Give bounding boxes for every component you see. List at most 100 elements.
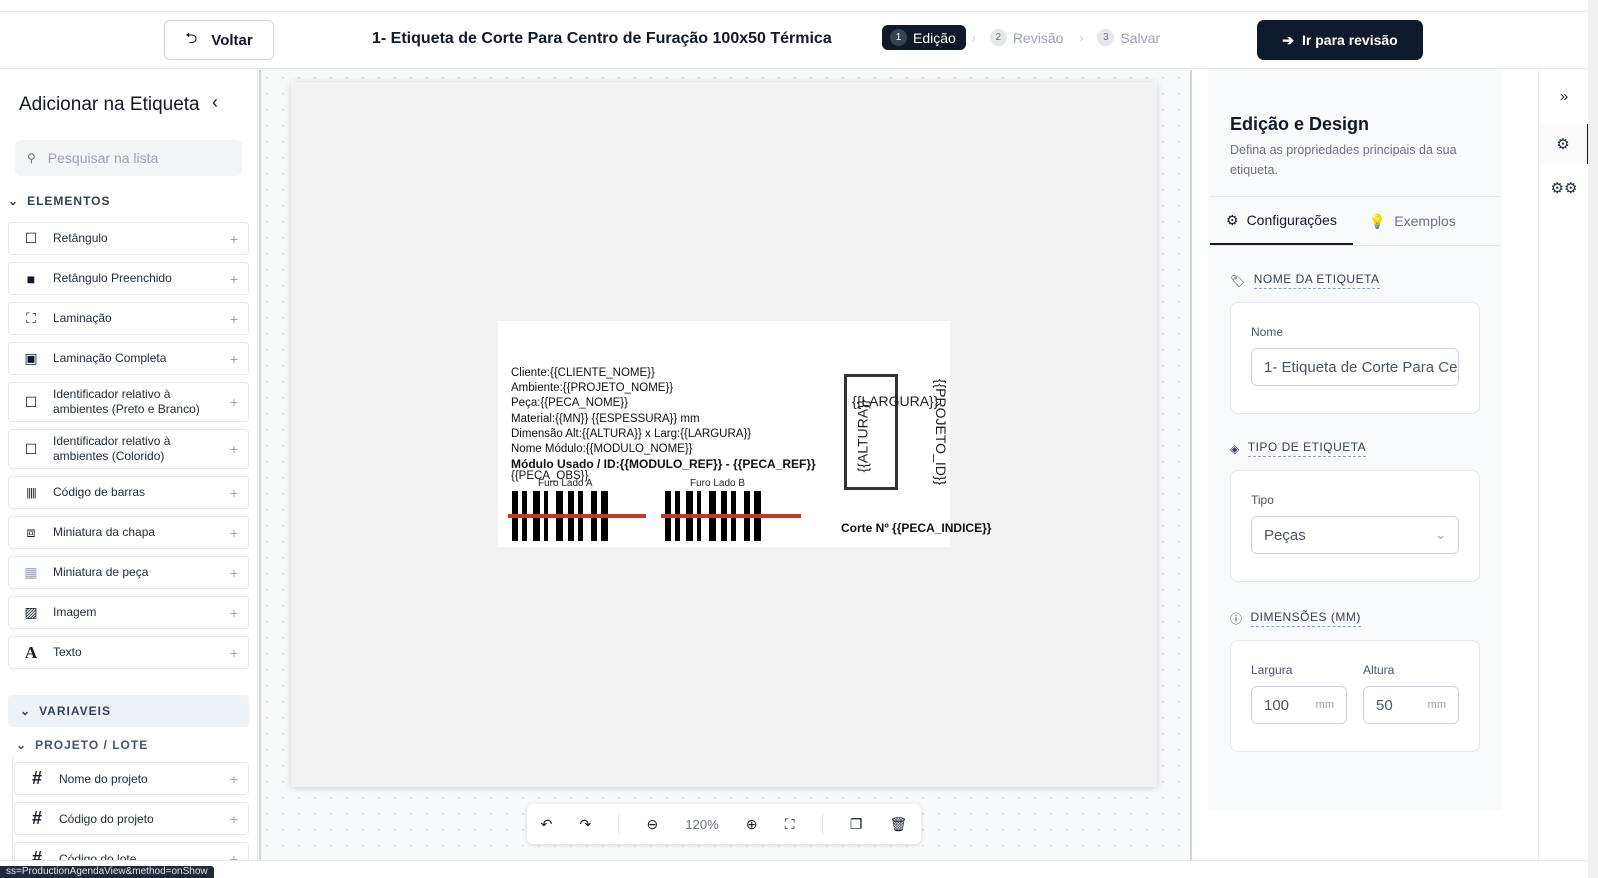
plus-icon[interactable]: +	[220, 851, 248, 861]
label-text-material[interactable]: Material:{{MN}} {{ESPESSURA}} mm	[511, 413, 700, 426]
plus-icon[interactable]: +	[220, 565, 248, 581]
sidebar-title: Adicionar na Etiqueta	[19, 94, 200, 115]
status-url: ss=ProductionAgendaView&method=onShow	[0, 866, 214, 878]
variable-codigo-lote[interactable]: # Código do lote +	[14, 842, 249, 860]
gear-icon[interactable]: ⚙	[1539, 124, 1589, 164]
elements-heading: ELEMENTOS	[27, 194, 111, 208]
double-chevron-right-icon[interactable]: »	[1539, 76, 1589, 116]
redo-icon[interactable]: ↷	[579, 816, 591, 833]
element-laminacao-completa[interactable]: ▣ Laminação Completa +	[8, 342, 249, 375]
plus-icon[interactable]: +	[220, 645, 248, 661]
tab-configuracoes[interactable]: ⚙ Configurações	[1210, 197, 1353, 245]
name-input[interactable]: 1- Etiqueta de Corte Para Centro de Fura…	[1251, 348, 1459, 386]
plus-icon[interactable]: +	[220, 351, 248, 367]
undo-icon[interactable]: ↶	[541, 816, 553, 833]
hash-icon: #	[31, 768, 42, 788]
elements-section-toggle[interactable]: ⌄ ELEMENTOS	[8, 194, 111, 208]
plus-icon[interactable]: +	[220, 271, 248, 287]
plus-icon[interactable]: +	[220, 394, 248, 410]
element-identificador-colorido[interactable]: ☐ Identificador relativo à ambientes (Co…	[8, 429, 249, 469]
label-text-altura[interactable]: {{ALTURA}}	[854, 400, 870, 473]
layers-icon: ◈	[1230, 441, 1240, 456]
step-salvar[interactable]: 3 Salvar	[1089, 25, 1170, 50]
label-text-dimensao[interactable]: Dimensão Alt:{{ALTURA}} x Larg:{{LARGURA…	[511, 428, 751, 441]
zoom-in-icon[interactable]: ⊕	[746, 816, 758, 833]
label-preview[interactable]: Cliente:{{CLIENTE_NOME}} Ambiente:{{PROJ…	[498, 321, 991, 547]
list-item-label: Laminação Completa	[53, 351, 167, 365]
element-laminacao[interactable]: ⛶ Laminação +	[8, 302, 249, 335]
resize-handle[interactable]	[259, 70, 261, 860]
label-text-modulo-nome[interactable]: Nome Módulo:{{MODULO_NOME}}	[511, 443, 693, 456]
label-text-corte[interactable]: Corte Nº {{PECA_INDICE}}	[841, 521, 991, 535]
plus-icon[interactable]: +	[220, 605, 248, 621]
square-outline-icon: ☐	[24, 230, 38, 246]
zoom-out-icon[interactable]: ⊖	[647, 816, 659, 833]
plus-icon[interactable]: +	[220, 311, 248, 327]
trash-icon[interactable]: 🗑	[890, 816, 908, 833]
panel-tabs: ⚙ Configurações 💡 Exemplos	[1210, 196, 1500, 246]
plus-icon[interactable]: +	[220, 525, 248, 541]
name-label: Nome	[1251, 325, 1284, 339]
step-label: Edição	[913, 29, 956, 46]
plus-icon[interactable]: +	[220, 485, 248, 501]
step-label: Salvar	[1120, 29, 1161, 46]
label-text-peca[interactable]: Peça:{{PECA_NOME}}	[511, 397, 628, 410]
label-text-ambiente[interactable]: Ambiente:{{PROJETO_NOME}}	[511, 382, 673, 395]
width-label: Largura	[1251, 663, 1293, 677]
label-rectangle[interactable]	[844, 374, 898, 490]
label-text-cliente[interactable]: Cliente:{{CLIENTE_NOME}}	[511, 367, 655, 380]
duplicate-icon[interactable]: ❐	[850, 816, 863, 833]
tab-exemplos[interactable]: 💡 Exemplos	[1353, 197, 1472, 245]
element-miniatura-chapa[interactable]: ⧈ Miniatura da chapa +	[8, 516, 249, 549]
right-rail: » ⚙ ⚙⚙	[1538, 70, 1589, 860]
height-value: 50	[1376, 696, 1393, 714]
plus-icon[interactable]: +	[220, 231, 248, 247]
name-section-heading: 🏷 NOME DA ETIQUETA	[1230, 272, 1380, 289]
tab-label: Exemplos	[1394, 213, 1456, 229]
square-outline-icon: ☐	[24, 440, 38, 457]
artboard[interactable]: Cliente:{{CLIENTE_NOME}} Ambiente:{{PROJ…	[291, 82, 1157, 787]
project-section-toggle[interactable]: ⌄ PROJETO / LOTE	[16, 738, 148, 752]
step-edicao[interactable]: 1 Edição	[882, 25, 966, 50]
plus-icon[interactable]: +	[220, 441, 248, 457]
chevron-left-icon[interactable]: ‹	[212, 92, 218, 113]
header: ⮌ Voltar 1- Etiqueta de Corte Para Centr…	[0, 12, 1588, 69]
arrow-right-icon: ➔	[1282, 31, 1294, 48]
gears-icon[interactable]: ⚙⚙	[1539, 168, 1589, 208]
element-texto[interactable]: A Texto +	[8, 636, 249, 669]
top-strip	[0, 0, 1588, 12]
variable-codigo-projeto[interactable]: # Código do projeto +	[14, 802, 249, 835]
full-lamination-icon: ▣	[24, 350, 38, 366]
canvas-area[interactable]: Cliente:{{CLIENTE_NOME}} Ambiente:{{PROJ…	[259, 70, 1189, 860]
plus-icon[interactable]: +	[220, 771, 248, 787]
variables-section-toggle[interactable]: ⌄ VARIAVEIS	[8, 695, 249, 727]
width-input[interactable]: 100 mm	[1251, 686, 1347, 724]
type-label: Tipo	[1251, 493, 1274, 507]
label-text-projeto-id[interactable]: {{PROJETO_ID}}	[933, 379, 949, 485]
search-input[interactable]: ⚲ Pesquisar na lista	[15, 140, 242, 176]
chevron-right-icon: ›	[1079, 30, 1084, 45]
back-button[interactable]: ⮌ Voltar	[164, 20, 274, 60]
variable-nome-projeto[interactable]: # Nome do projeto +	[14, 762, 249, 795]
stepper: 1 Edição › 2 Revisão › 3 Salvar	[882, 25, 1170, 50]
element-miniatura-peca[interactable]: ▦ Miniatura de peça +	[8, 556, 249, 589]
list-item-label: Nome do projeto	[59, 771, 148, 786]
element-imagem[interactable]: ▨ Imagem +	[8, 596, 249, 629]
list-item-label: Identificador relativo à ambientes (Colo…	[53, 434, 171, 463]
element-retangulo-preenchido[interactable]: ■ Retângulo Preenchido +	[8, 262, 249, 295]
height-input[interactable]: 50 mm	[1363, 686, 1459, 724]
toolbar-divider	[821, 814, 823, 834]
panel-title: Edição e Design	[1230, 114, 1370, 134]
element-retangulo[interactable]: ☐ Retângulo +	[8, 222, 249, 255]
step-revisao[interactable]: 2 Revisão	[982, 25, 1074, 50]
element-identificador-pb[interactable]: ☐ Identificador relativo à ambientes (Pr…	[8, 382, 249, 422]
label-furo-b[interactable]: Furo Lado B	[690, 478, 745, 489]
plus-icon[interactable]: +	[220, 811, 248, 827]
label-furo-a[interactable]: Furo Lado A	[538, 478, 592, 489]
scrollbar[interactable]	[1588, 0, 1598, 878]
element-codigo-barras[interactable]: ||||| Código de barras +	[8, 476, 249, 509]
go-to-review-button[interactable]: ➔ Ir para revisão	[1257, 20, 1423, 60]
type-select[interactable]: Peças ⌄	[1251, 516, 1459, 554]
text-icon: A	[24, 642, 38, 662]
fit-screen-icon[interactable]: ⛶	[785, 816, 795, 833]
